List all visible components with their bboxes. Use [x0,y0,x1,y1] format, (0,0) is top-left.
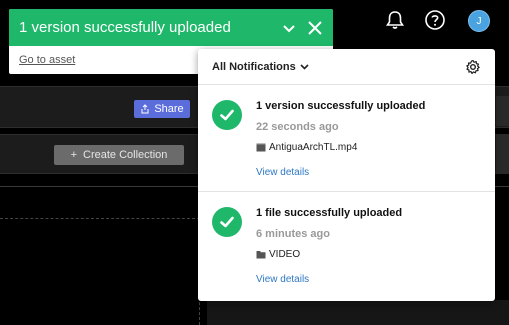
folder-icon [256,251,266,259]
share-button[interactable]: Share [134,100,190,118]
content-area [207,300,509,325]
create-collection-label: Create Collection [83,149,168,161]
close-icon[interactable] [307,20,323,36]
chevron-down-icon[interactable] [281,20,297,36]
notification-file: AntiguaArchTL.mp4 [256,142,357,153]
notifications-header: All Notifications [198,49,495,85]
share-icon [141,104,149,114]
notification-title: 1 file successfully uploaded [256,207,403,219]
toast-header: 1 version successfully uploaded [9,9,333,46]
notification-title: 1 version successfully uploaded [256,100,426,112]
avatar[interactable]: J [468,10,490,32]
chevron-down-icon[interactable] [299,61,310,72]
check-circle-icon [212,207,242,237]
gear-icon[interactable] [465,59,481,75]
side-strip [496,96,509,126]
help-icon[interactable] [424,9,446,31]
clapper-icon [256,143,266,152]
plus-icon: + [70,149,78,161]
view-details-link[interactable]: View details [256,274,309,285]
notifications-filter[interactable]: All Notifications [212,61,296,73]
avatar-initial: J [476,15,482,27]
notification-time: 6 minutes ago [256,228,330,240]
notification-item[interactable]: 1 file successfully uploaded 6 minutes a… [198,192,495,299]
file-name: VIDEO [269,249,301,260]
check-circle-icon [212,100,242,130]
share-label: Share [154,103,184,115]
view-details-link[interactable]: View details [256,167,309,178]
notification-time: 22 seconds ago [256,121,339,133]
notification-item[interactable]: 1 version successfully uploaded 22 secon… [198,85,495,192]
bell-icon[interactable] [384,9,406,31]
dropzone-border [0,218,200,219]
file-name: AntiguaArchTL.mp4 [269,142,358,153]
toast-title: 1 version successfully uploaded [19,19,231,36]
notifications-panel: All Notifications 1 version successfully… [198,49,495,301]
notification-file: VIDEO [256,249,300,260]
side-strip-2 [496,134,509,174]
create-collection-button[interactable]: + Create Collection [54,145,184,165]
